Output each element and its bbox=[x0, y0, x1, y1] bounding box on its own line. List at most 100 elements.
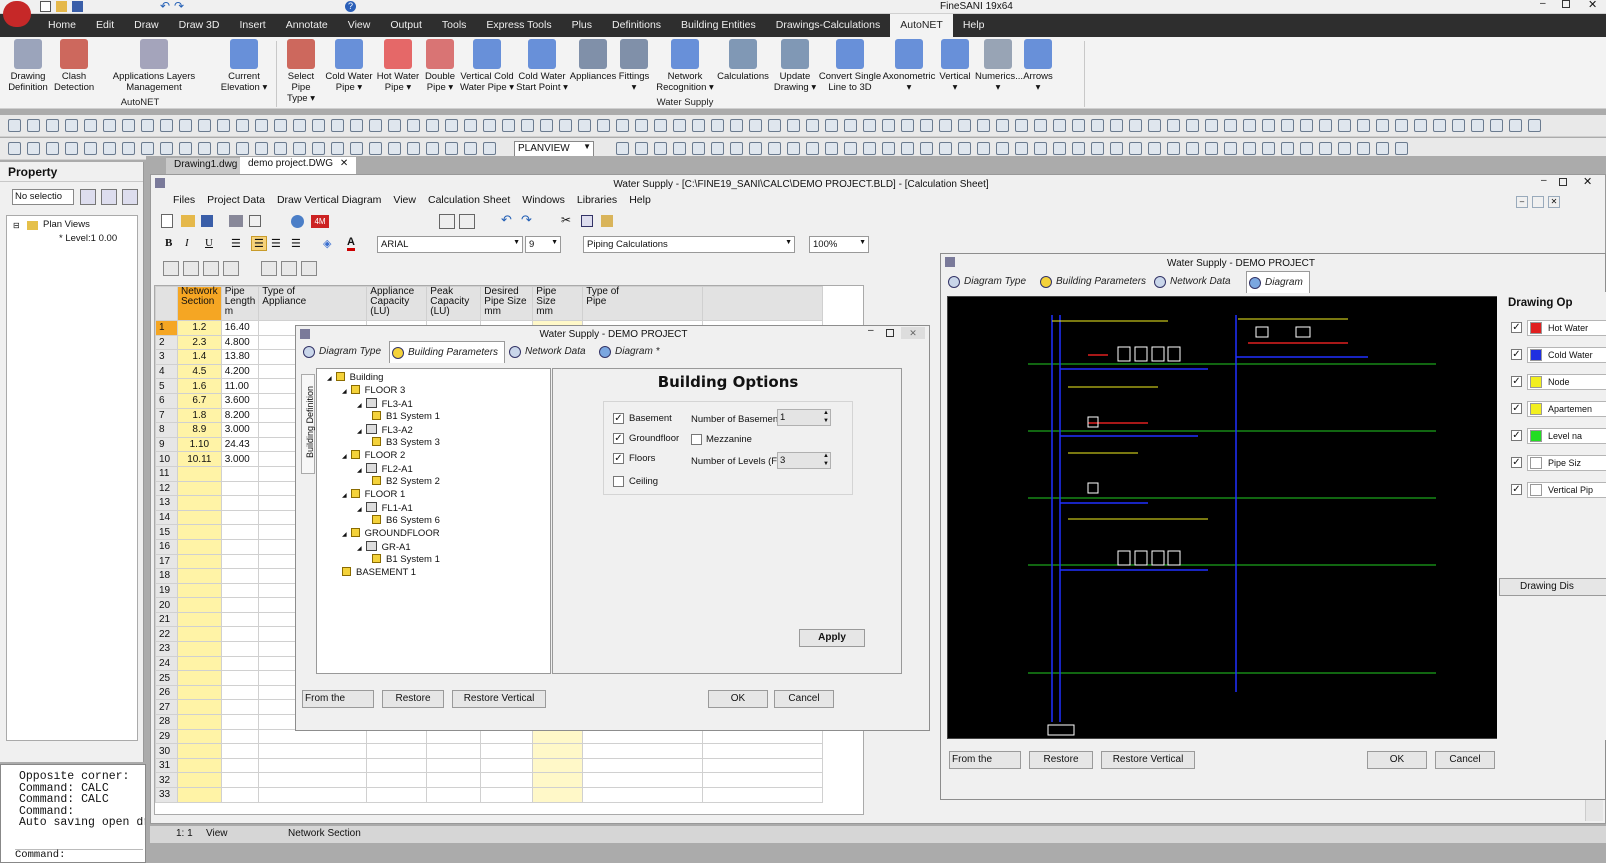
justify-icon[interactable]: ☰ bbox=[291, 237, 301, 250]
table-cell[interactable] bbox=[582, 757, 704, 774]
tb2-tool-43-icon[interactable] bbox=[806, 142, 819, 155]
ribbon-tab-building-entities[interactable]: Building Entities bbox=[671, 14, 766, 37]
tb2-tool-38-icon[interactable] bbox=[711, 142, 724, 155]
option-row[interactable]: Level na bbox=[1527, 428, 1606, 444]
table-cell[interactable]: 11.00 bbox=[220, 378, 260, 394]
tb2-tool-34-icon[interactable] bbox=[635, 142, 648, 155]
table-cell[interactable] bbox=[177, 553, 222, 570]
table-cell[interactable] bbox=[702, 787, 824, 803]
tb1-tool-57-icon[interactable] bbox=[1072, 119, 1085, 132]
align-center-icon[interactable]: ☰ bbox=[251, 236, 267, 251]
tab-diagram-type[interactable]: Diagram Type bbox=[946, 271, 1026, 293]
4m-icon[interactable]: 4M bbox=[311, 215, 329, 228]
tree-expand-icon[interactable]: ◢ bbox=[357, 403, 362, 409]
table-cell[interactable] bbox=[177, 757, 222, 774]
row-number[interactable]: 3 bbox=[155, 349, 178, 365]
table-cell[interactable] bbox=[177, 582, 222, 599]
cancel-button[interactable]: Cancel bbox=[774, 690, 834, 708]
tb2-tool-53-icon[interactable] bbox=[996, 142, 1009, 155]
table-cell[interactable] bbox=[177, 568, 222, 584]
tb1-tool-4-icon[interactable] bbox=[65, 119, 78, 132]
tb2-tool-71-icon[interactable] bbox=[1338, 142, 1351, 155]
table-cell[interactable] bbox=[220, 626, 260, 643]
table-cell[interactable] bbox=[220, 772, 260, 788]
tb1-tool-67-icon[interactable] bbox=[1262, 119, 1275, 132]
table-cell[interactable] bbox=[177, 787, 222, 803]
row-number[interactable]: 7 bbox=[155, 407, 178, 424]
tb2-tool-4-icon[interactable] bbox=[65, 142, 78, 155]
row-number[interactable]: 33 bbox=[155, 787, 178, 803]
row-number[interactable]: 6 bbox=[155, 392, 178, 409]
row-number[interactable]: 11 bbox=[155, 465, 178, 482]
table-cell[interactable] bbox=[582, 772, 704, 788]
tb1-tool-79-icon[interactable] bbox=[1490, 119, 1503, 132]
table-cell[interactable] bbox=[702, 772, 824, 788]
table-cell[interactable] bbox=[220, 757, 260, 774]
table-cell[interactable]: 3.600 bbox=[220, 392, 260, 409]
tb1-tool-58-icon[interactable] bbox=[1091, 119, 1104, 132]
tb1-tool-63-icon[interactable] bbox=[1186, 119, 1199, 132]
table-cell[interactable] bbox=[177, 684, 222, 701]
table-cell[interactable]: 1.4 bbox=[177, 349, 222, 365]
sheet-tool-2-icon[interactable] bbox=[183, 261, 199, 276]
tb2-tool-45-icon[interactable] bbox=[844, 142, 857, 155]
tb2-tool-24-icon[interactable] bbox=[445, 142, 458, 155]
tree-node[interactable]: ◢ FL2-A1 bbox=[357, 463, 413, 475]
command-prompt[interactable]: Command: bbox=[15, 849, 143, 862]
calc-menu-help[interactable]: Help bbox=[629, 194, 651, 206]
tb1-tool-25-icon[interactable] bbox=[464, 119, 477, 132]
table-cell[interactable] bbox=[220, 743, 260, 759]
apply-button[interactable]: Apply bbox=[799, 629, 865, 647]
update-drawing-button[interactable]: Update Drawing ▾ bbox=[772, 39, 818, 93]
diagram-restore-button[interactable]: Restore bbox=[1029, 751, 1093, 769]
tree-node[interactable]: B3 System 3 bbox=[372, 437, 440, 448]
tb2-tool-40-icon[interactable] bbox=[749, 142, 762, 155]
tb1-tool-27-icon[interactable] bbox=[502, 119, 515, 132]
tb1-tool-35-icon[interactable] bbox=[654, 119, 667, 132]
option-checkbox[interactable]: ✓ bbox=[1511, 376, 1522, 387]
tb2-tool-10-icon[interactable] bbox=[179, 142, 192, 155]
table-cell[interactable] bbox=[258, 787, 368, 803]
ribbon-tab-drawings-calculations[interactable]: Drawings-Calculations bbox=[766, 14, 890, 37]
close-tab-icon[interactable]: ✕ bbox=[340, 158, 348, 169]
italic-button[interactable]: I bbox=[185, 237, 189, 249]
tb1-tool-11-icon[interactable] bbox=[198, 119, 211, 132]
ribbon-tab-tools[interactable]: Tools bbox=[432, 14, 477, 37]
tb2-tool-50-icon[interactable] bbox=[939, 142, 952, 155]
row-number[interactable]: 25 bbox=[155, 670, 178, 686]
option-row[interactable]: Hot Water bbox=[1527, 320, 1606, 336]
restore-button[interactable]: Restore bbox=[382, 690, 444, 708]
tb2-tool-13-icon[interactable] bbox=[236, 142, 249, 155]
tb1-tool-18-icon[interactable] bbox=[331, 119, 344, 132]
table-cell[interactable] bbox=[366, 757, 428, 774]
undo-icon[interactable]: ↶ bbox=[160, 0, 170, 13]
underline-button[interactable]: U bbox=[205, 237, 213, 249]
ribbon-tab-insert[interactable]: Insert bbox=[229, 14, 275, 37]
tb2-tool-7-icon[interactable] bbox=[122, 142, 135, 155]
new-icon[interactable] bbox=[40, 1, 51, 12]
tb2-tool-23-icon[interactable] bbox=[426, 142, 439, 155]
row-number[interactable]: 32 bbox=[155, 772, 178, 788]
row-number[interactable]: 28 bbox=[155, 714, 178, 730]
row-number[interactable]: 14 bbox=[155, 509, 178, 526]
table-cell[interactable] bbox=[366, 772, 428, 788]
tree-expand-icon[interactable]: ◢ bbox=[357, 429, 362, 435]
building-definition-side-tab[interactable]: Building Definition bbox=[301, 374, 315, 474]
table-cell[interactable]: 3.000 bbox=[220, 451, 260, 467]
calculations-button[interactable]: Calculations bbox=[716, 39, 770, 82]
tb2-tool-25-icon[interactable] bbox=[464, 142, 477, 155]
print-icon[interactable] bbox=[229, 215, 243, 227]
tb1-tool-40-icon[interactable] bbox=[749, 119, 762, 132]
table-cell[interactable] bbox=[177, 626, 222, 643]
diagram-cancel-button[interactable]: Cancel bbox=[1435, 751, 1495, 769]
align-right-icon[interactable]: ☰ bbox=[271, 237, 281, 250]
color-swatch[interactable] bbox=[1530, 349, 1542, 361]
tb1-tool-70-icon[interactable] bbox=[1319, 119, 1332, 132]
tb1-tool-23-icon[interactable] bbox=[426, 119, 439, 132]
basements-spinner-icon[interactable]: ▲ ▼ bbox=[823, 409, 829, 425]
double-pipe-button[interactable]: Double Pipe ▾ bbox=[422, 39, 458, 93]
tb1-tool-26-icon[interactable] bbox=[483, 119, 496, 132]
tb2-tool-39-icon[interactable] bbox=[730, 142, 743, 155]
tree-node[interactable]: ◢ FL3-A1 bbox=[357, 398, 413, 410]
tree-collapse-icon[interactable]: ⊟ bbox=[13, 221, 20, 230]
